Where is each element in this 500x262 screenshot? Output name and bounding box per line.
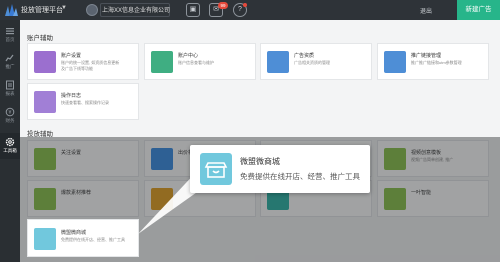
sidebar: 首页 推广 报表 ¥ 财务 工具箱 xyxy=(0,20,20,262)
gear-icon xyxy=(34,51,56,73)
help-badge xyxy=(243,3,247,7)
card-title: 广告资质 xyxy=(294,53,315,59)
tools-icon[interactable]: ▣ xyxy=(186,3,200,17)
card-desc: 推广推广链接和utm参数管理 xyxy=(411,60,462,65)
top-bar: 投放管理平台 ▼ 上海XX信息企业有限公司 ▣ ✉ 99 ? 退出 新建广告 xyxy=(0,0,500,20)
sidebar-item-home[interactable]: 首页 xyxy=(0,22,20,48)
card-weimob-mall[interactable]: 微盟微商城 免费提供在线开店、经营、推广工具 xyxy=(27,219,139,257)
shop-icon xyxy=(200,153,232,185)
link-icon xyxy=(384,51,406,73)
sidebar-item-label: 工具箱 xyxy=(3,148,17,153)
card-desc: 免费提供在线开店、经营、推广工具 xyxy=(61,237,125,242)
shop-icon xyxy=(34,228,56,250)
company-name: 上海XX信息企业有限公司 xyxy=(102,8,171,14)
log-icon xyxy=(34,91,56,113)
card-desc: 账户信息查看与维护 xyxy=(178,60,214,65)
sidebar-item-label: 财务 xyxy=(5,118,15,123)
callout-title: 微盟微商城 xyxy=(240,157,280,166)
message-icon[interactable]: ✉ 99 xyxy=(209,2,228,17)
card-title: 账户中心 xyxy=(178,53,199,59)
report-icon xyxy=(6,80,14,90)
logout-link[interactable]: 退出 xyxy=(420,6,432,15)
card-desc: 快速查看看、搜索操作记录 xyxy=(61,100,109,105)
app-title[interactable]: 投放管理平台 xyxy=(21,5,63,15)
message-badge: 99 xyxy=(218,2,228,9)
card-ad-qualification[interactable]: 广告资质 广告相关资质的管理 xyxy=(260,43,372,80)
sidebar-item-label: 首页 xyxy=(5,37,15,42)
new-ad-button[interactable]: 新建广告 xyxy=(457,0,500,20)
sidebar-item-toolbox[interactable]: 工具箱 xyxy=(0,133,20,159)
card-title: 微盟微商城 xyxy=(61,230,87,236)
logo-icon xyxy=(5,4,18,16)
card-account-center[interactable]: 账户中心 账户信息查看与维护 xyxy=(144,43,256,80)
chart-icon xyxy=(5,54,14,62)
section-title-account: 账户辅助 xyxy=(27,35,53,42)
card-title: 推广链接管理 xyxy=(411,53,442,59)
card-account-settings[interactable]: 账户设置 账户的统一设置, 如资质信息更新 及广告下线等功能 xyxy=(27,43,139,80)
card-desc: 及广告下线等功能 xyxy=(61,66,93,71)
card-title: 账户设置 xyxy=(61,53,82,59)
help-icon[interactable]: ? xyxy=(233,3,247,17)
sidebar-item-report[interactable]: 报表 xyxy=(0,76,20,102)
sidebar-item-promote[interactable]: 推广 xyxy=(0,49,20,75)
list-icon xyxy=(151,51,173,73)
avatar[interactable] xyxy=(86,4,98,16)
feature-callout[interactable]: 微盟微商城 免费提供在线开店、经营、推广工具 xyxy=(190,145,370,193)
card-title: 操作日志 xyxy=(61,93,82,99)
sidebar-item-label: 报表 xyxy=(5,91,15,96)
sidebar-item-finance[interactable]: ¥ 财务 xyxy=(0,103,20,129)
card-operation-log[interactable]: 操作日志 快速查看看、搜索操作记录 xyxy=(27,83,139,120)
callout-desc: 免费提供在线开店、经营、推广工具 xyxy=(240,172,360,181)
certificate-icon xyxy=(267,51,289,73)
svg-text:¥: ¥ xyxy=(8,110,11,116)
card-link-management[interactable]: 推广链接管理 推广推广链接和utm参数管理 xyxy=(377,43,489,80)
home-icon xyxy=(6,28,14,35)
chevron-down-icon[interactable]: ▼ xyxy=(61,5,67,11)
finance-icon: ¥ xyxy=(5,107,15,117)
sidebar-item-label: 推广 xyxy=(5,64,15,69)
card-desc: 广告相关资质的管理 xyxy=(294,60,330,65)
gear-icon xyxy=(5,137,15,147)
